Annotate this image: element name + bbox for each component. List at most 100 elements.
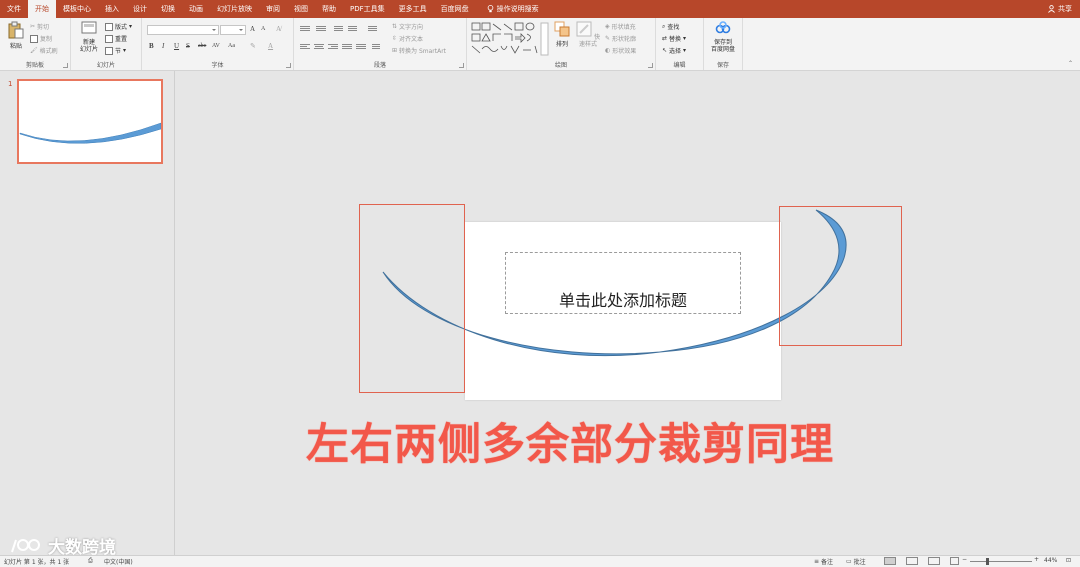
pen-icon: ✎ [605, 35, 611, 42]
paragraph-launcher-icon[interactable] [459, 63, 464, 68]
tab-more-tools[interactable]: 更多工具 [392, 0, 434, 18]
language-status[interactable]: 中文(中国) [104, 557, 133, 566]
new-slide-label-2: 幻灯片 [79, 46, 98, 53]
zoom-level[interactable]: 44% [1044, 557, 1057, 564]
reset-icon [105, 34, 113, 43]
select-button[interactable]: ↖ 选择 ▾ [662, 46, 686, 55]
shape-outline-button[interactable]: ✎ 形状轮廓 [605, 34, 636, 43]
tab-view[interactable]: 视图 [287, 0, 315, 18]
tab-file[interactable]: 文件 [0, 0, 28, 18]
text-direction-button[interactable]: ⇅ 文字方向 [392, 22, 423, 31]
tab-slideshow[interactable]: 幻灯片放映 [210, 0, 259, 18]
tab-design[interactable]: 设计 [126, 0, 154, 18]
collapse-ribbon-icon[interactable]: ⌃ [1068, 60, 1073, 67]
replace-button[interactable]: ⇄ 替换 ▾ [662, 34, 686, 43]
shape-effects-button[interactable]: ◐ 形状效果 [605, 46, 636, 55]
tab-help[interactable]: 帮助 [315, 0, 343, 18]
shape-effects-label: 形状效果 [612, 48, 637, 55]
paste-button[interactable]: 粘贴 [5, 21, 27, 50]
drawing-launcher-icon[interactable] [648, 63, 653, 68]
arrange-button[interactable]: 排列 [552, 21, 572, 48]
zoom-slider[interactable] [970, 561, 1032, 562]
slides-group-label: 幻灯片 [96, 62, 115, 69]
magnifier-icon: ⌕ [662, 22, 666, 30]
effects-icon: ◐ [605, 47, 611, 54]
zoom-in-icon[interactable]: + [1034, 556, 1039, 563]
text-direction-label: 文字方向 [399, 24, 424, 31]
cut-button[interactable]: ✂ 剪切 [30, 22, 49, 31]
layout-button[interactable]: 版式 ▾ [105, 22, 132, 31]
tab-template-center[interactable]: 模板中心 [56, 0, 98, 18]
spellcheck-icon[interactable]: ⎙ [88, 557, 93, 565]
slideshow-view-icon[interactable] [950, 557, 959, 565]
save-to-baidu-button[interactable]: 保存到 百度网盘 [706, 21, 740, 53]
editing-group: ⌕ 查找 ⇄ 替换 ▾ ↖ 选择 ▾ 编辑 [656, 18, 704, 70]
font-name-combo[interactable] [147, 25, 219, 35]
watermark-logo-icon [11, 538, 40, 552]
reset-button[interactable]: 重置 [105, 34, 127, 43]
slide-count-status: 幻灯片 第 1 张，共 1 张 [4, 559, 70, 566]
align-text-button[interactable]: ⇳ 对齐文本 [392, 34, 423, 43]
new-slide-button[interactable]: 新建 幻灯片 [75, 21, 103, 53]
shape-fill-button[interactable]: ◈ 形状填充 [605, 22, 636, 31]
comments-button[interactable]: ▭ 批注 [846, 557, 866, 566]
slide-sorter-view-icon[interactable] [906, 557, 918, 565]
clear-format-icon[interactable]: A̸ [276, 25, 281, 33]
shrink-font-button[interactable]: A [261, 26, 265, 32]
strikethrough-button[interactable]: abc [198, 43, 206, 49]
chevron-down-icon: ▾ [683, 47, 687, 54]
font-launcher-icon[interactable] [286, 63, 291, 68]
paragraph-group: ⇅ 文字方向 ⇳ 对齐文本 ⊞ 转换为 SmartArt 段落 [294, 18, 467, 70]
paste-label: 粘贴 [9, 43, 22, 50]
quick-styles-button[interactable]: 快速样式 [574, 21, 602, 48]
change-case-button[interactable]: Aa [228, 43, 235, 49]
share-button[interactable]: 共享 [1048, 0, 1072, 18]
slide-thumbnail[interactable] [17, 79, 163, 164]
char-spacing-button[interactable]: AV [212, 43, 220, 49]
grow-font-button[interactable]: A [250, 25, 255, 33]
notes-button[interactable]: ≡ 备注 [814, 557, 833, 566]
clipboard-launcher-icon[interactable] [63, 63, 68, 68]
font-color-icon[interactable]: A [268, 42, 273, 50]
ribbon: 粘贴 ✂ 剪切 复制 🖌 格式刷 剪贴板 新建 幻灯片 版式 ▾ 重置 节 ▾ … [0, 18, 1080, 71]
bold-button[interactable]: B [149, 42, 154, 50]
font-size-combo[interactable] [220, 25, 246, 35]
find-button[interactable]: ⌕ 查找 [662, 22, 679, 32]
italic-button[interactable]: I [162, 42, 164, 50]
shapes-gallery[interactable] [471, 22, 549, 56]
tab-home[interactable]: 开始 [28, 0, 56, 18]
zoom-out-icon[interactable]: − [962, 556, 967, 563]
section-icon [105, 46, 113, 55]
layout-icon [105, 22, 113, 31]
copy-button[interactable]: 复制 [30, 34, 52, 43]
tab-review[interactable]: 审阅 [259, 0, 287, 18]
tab-pdf-tools[interactable]: PDF工具集 [343, 0, 392, 18]
status-bar: 幻灯片 第 1 张，共 1 张 ⎙ 中文(中国) ≡ 备注 ▭ 批注 − + 44%… [0, 555, 1080, 567]
smartart-button[interactable]: ⊞ 转换为 SmartArt [392, 46, 446, 55]
tab-transitions[interactable]: 切换 [154, 0, 182, 18]
normal-view-icon[interactable] [884, 557, 896, 565]
text-direction-icon: ⇅ [392, 23, 398, 30]
tab-baidu-netdisk[interactable]: 百度网盘 [434, 0, 476, 18]
reading-view-icon[interactable] [928, 557, 940, 565]
save-label-1: 保存到 [713, 39, 732, 46]
slide-number: 1 [8, 80, 13, 88]
tab-animations[interactable]: 动画 [182, 0, 210, 18]
paragraph-format-icons[interactable] [298, 24, 390, 54]
shadow-s-button[interactable]: S [186, 42, 190, 50]
cut-label: 剪切 [37, 24, 50, 31]
slide-thumbnail-panel: 1 [0, 71, 175, 555]
align-text-label: 对齐文本 [399, 36, 424, 43]
notes-icon: ≡ [814, 558, 820, 565]
section-button[interactable]: 节 ▾ [105, 46, 126, 55]
fit-to-window-icon[interactable]: ⊡ [1066, 557, 1071, 564]
copy-icon [30, 34, 38, 43]
tab-insert[interactable]: 插入 [98, 0, 126, 18]
zoom-slider-thumb[interactable] [986, 558, 989, 565]
underline-button[interactable]: U [174, 42, 179, 50]
left-crop-box [359, 204, 465, 393]
format-painter-button[interactable]: 🖌 格式刷 [30, 46, 58, 55]
title-placeholder[interactable]: 单击此处添加标题 [505, 252, 741, 314]
tell-me-search[interactable]: 操作说明搜索 [480, 0, 546, 18]
highlight-color-icon[interactable]: ✎ [250, 42, 256, 50]
